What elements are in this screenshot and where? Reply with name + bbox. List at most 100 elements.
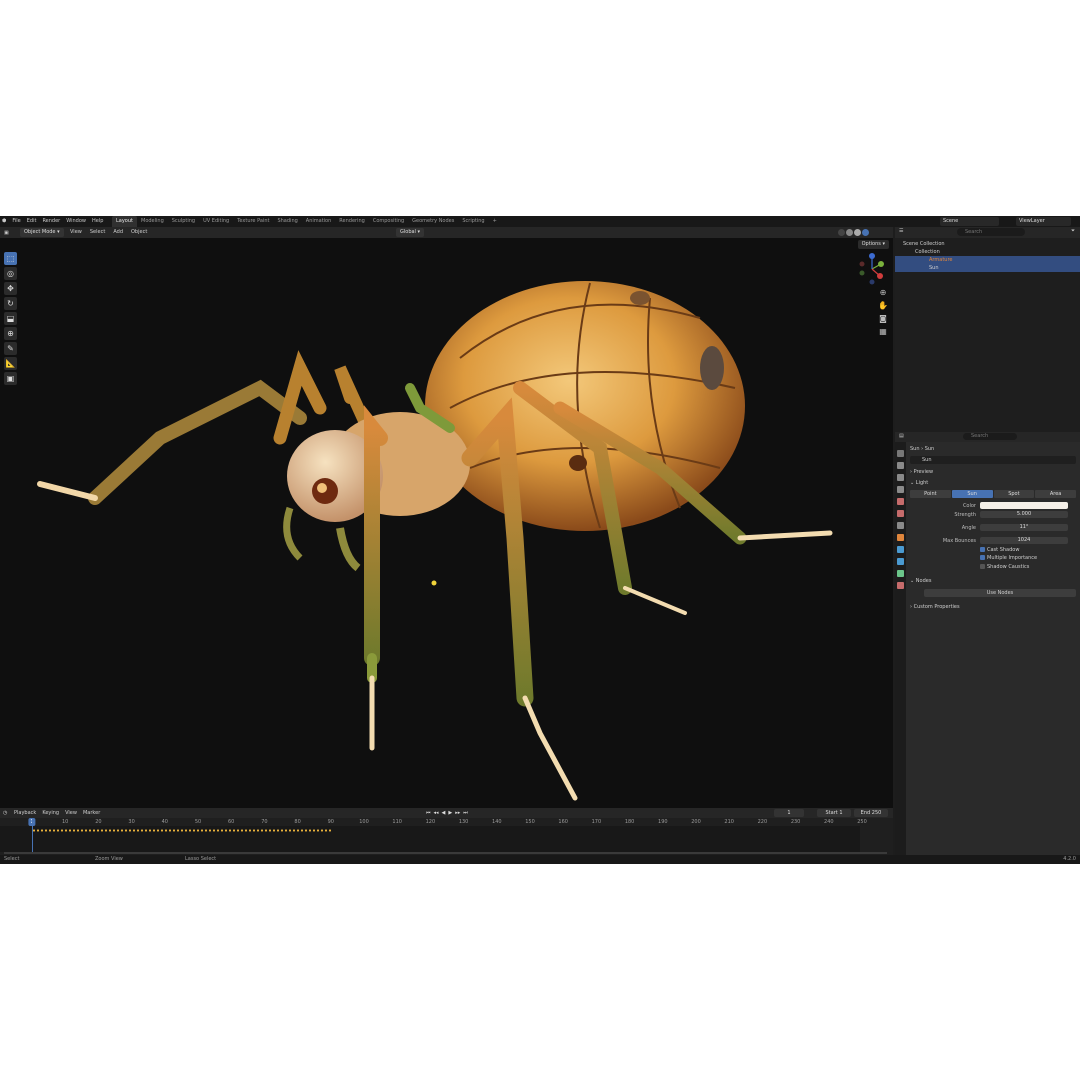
outliner-row-collection[interactable]: Collection — [895, 248, 1080, 256]
end-frame-field[interactable]: End 250 — [854, 809, 888, 817]
tool-tab-icon[interactable] — [897, 450, 904, 457]
tab-uv-editing[interactable]: UV Editing — [199, 216, 233, 227]
multiple-importance-checkbox[interactable]: Multiple Importance — [980, 554, 1080, 562]
shadow-caustics-checkbox[interactable]: Shadow Caustics — [980, 563, 1080, 571]
collection-tab-icon[interactable] — [897, 522, 904, 529]
timeline[interactable]: 1102030405060708090100110120130140150160… — [0, 818, 893, 855]
light-type-point[interactable]: Point — [910, 490, 951, 498]
angle-field[interactable]: 11° — [980, 524, 1068, 531]
light-type-sun[interactable]: Sun — [951, 490, 993, 498]
ruler-tick-label: 10 — [62, 819, 69, 825]
timeline-scrollbar[interactable] — [4, 852, 887, 854]
menu-view[interactable]: View — [70, 227, 82, 238]
tab-animation[interactable]: Animation — [302, 216, 336, 227]
filter-icon[interactable]: ⏷ — [1071, 228, 1075, 234]
material-shading-icon[interactable] — [854, 229, 861, 236]
view-layer-selector[interactable]: ViewLayer — [1016, 217, 1071, 226]
tab-geometry-nodes[interactable]: Geometry Nodes — [408, 216, 458, 227]
outliner-row-sun[interactable]: Sun — [895, 264, 1080, 272]
properties-editor-icon[interactable]: ▤ — [899, 433, 904, 439]
properties-search-input[interactable]: Search — [963, 433, 1017, 440]
scene-selector[interactable]: Scene — [940, 217, 999, 226]
strength-field[interactable]: 5.000 — [980, 511, 1068, 518]
tab-rendering[interactable]: Rendering — [335, 216, 369, 227]
tab-compositing[interactable]: Compositing — [369, 216, 408, 227]
keyframe-track[interactable] — [0, 818, 860, 852]
menu-help[interactable]: Help — [92, 216, 103, 227]
use-nodes-button[interactable]: Use Nodes — [924, 589, 1076, 597]
menu-timeline-view[interactable]: View — [65, 808, 77, 818]
ruler-tick-label: 190 — [658, 819, 668, 825]
object-tab-icon[interactable] — [897, 534, 904, 541]
menu-add[interactable]: Add — [113, 227, 123, 238]
menu-render[interactable]: Render — [42, 216, 60, 227]
add-workspace-icon[interactable]: + — [489, 216, 501, 227]
menu-marker[interactable]: Marker — [83, 808, 100, 818]
outliner-search-input[interactable]: Search — [957, 228, 1025, 236]
tab-sculpting[interactable]: Sculpting — [168, 216, 199, 227]
jump-start-icon[interactable]: ⏮ — [426, 808, 431, 818]
tab-shading[interactable]: Shading — [273, 216, 301, 227]
navigation-gizmo[interactable] — [856, 252, 888, 286]
jump-end-icon[interactable]: ⏭ — [463, 808, 468, 818]
timeline-editor-icon[interactable]: ◷ — [3, 808, 7, 818]
frame-ruler[interactable]: 1102030405060708090100110120130140150160… — [0, 818, 893, 826]
menu-edit[interactable]: Edit — [27, 216, 37, 227]
outliner-row-scene-collection[interactable]: Scene Collection — [895, 240, 1080, 248]
tab-modeling[interactable]: Modeling — [137, 216, 168, 227]
keyframes-row[interactable] — [32, 829, 332, 832]
outliner-editor-icon[interactable]: ☰ — [899, 228, 903, 234]
tab-scripting[interactable]: Scripting — [458, 216, 488, 227]
tab-layout[interactable]: Layout — [112, 216, 137, 227]
menu-keying[interactable]: Keying — [42, 808, 59, 818]
light-data-tab-icon[interactable] — [897, 570, 904, 577]
outliner-row-armature[interactable]: Armature — [895, 256, 1080, 264]
current-frame-field[interactable]: 1 — [774, 809, 804, 817]
output-tab-icon[interactable] — [897, 474, 904, 481]
texture-tab-icon[interactable] — [897, 582, 904, 589]
custom-properties-panel-header[interactable]: › Custom Properties — [910, 603, 1076, 611]
menu-window[interactable]: Window — [66, 216, 86, 227]
pan-hand-icon[interactable]: ✋ — [878, 301, 888, 311]
menu-file[interactable]: File — [12, 216, 20, 227]
rendered-shading-icon[interactable] — [862, 229, 869, 236]
orientation-dropdown[interactable]: Global ▾ — [396, 228, 425, 237]
solid-shading-icon[interactable] — [846, 229, 853, 236]
next-key-icon[interactable]: ▸▸ — [455, 808, 460, 818]
light-type-area[interactable]: Area — [1035, 490, 1076, 498]
scene-tab-icon[interactable] — [897, 498, 904, 505]
zoom-icon[interactable]: ⊕ — [878, 288, 888, 298]
nodes-panel-header[interactable]: ⌄ Nodes — [910, 577, 1076, 585]
physics-tab-icon[interactable] — [897, 558, 904, 565]
wireframe-shading-icon[interactable] — [838, 229, 845, 236]
render-tab-icon[interactable] — [897, 462, 904, 469]
light-color-swatch[interactable] — [980, 502, 1068, 509]
light-type-spot[interactable]: Spot — [993, 490, 1035, 498]
shading-modes — [838, 229, 869, 236]
menu-select[interactable]: Select — [90, 227, 105, 238]
preview-panel-header[interactable]: › Preview — [910, 468, 1076, 476]
light-datablock-field[interactable]: Sun — [910, 456, 1076, 464]
playhead[interactable] — [32, 818, 33, 852]
camera-view-icon[interactable]: ◙ — [878, 314, 888, 324]
mode-dropdown[interactable]: Object Mode ▾ — [20, 228, 64, 237]
ruler-tick-label: 70 — [261, 819, 268, 825]
max-bounces-field[interactable]: 1024 — [980, 537, 1068, 544]
ruler-tick-label: 120 — [425, 819, 436, 825]
outliner-header: ☰ Search ⏷ — [895, 227, 1080, 238]
modifiers-tab-icon[interactable] — [897, 546, 904, 553]
cast-shadow-checkbox[interactable]: Cast Shadow — [980, 546, 1080, 554]
start-frame-field[interactable]: Start 1 — [817, 809, 851, 817]
prev-key-icon[interactable]: ◂◂ — [434, 808, 439, 818]
tab-texture-paint[interactable]: Texture Paint — [233, 216, 273, 227]
play-icon[interactable]: ▶ — [448, 808, 452, 818]
3d-viewport[interactable]: ⬚ ◎ ✥ ↻ ⬓ ⊕ ✎ 📐 ▣ Options ▾ ⊕ ✋ ◙ ▦ — [0, 238, 893, 808]
view-layer-tab-icon[interactable] — [897, 486, 904, 493]
menu-playback[interactable]: Playback — [14, 808, 36, 818]
blender-logo-icon[interactable]: ⬢ — [2, 216, 6, 227]
play-reverse-icon[interactable]: ◀ — [442, 808, 446, 818]
light-panel-header[interactable]: ⌄ Light — [910, 479, 1076, 487]
grid-view-icon[interactable]: ▦ — [878, 327, 888, 337]
menu-object[interactable]: Object — [131, 227, 147, 238]
world-tab-icon[interactable] — [897, 510, 904, 517]
